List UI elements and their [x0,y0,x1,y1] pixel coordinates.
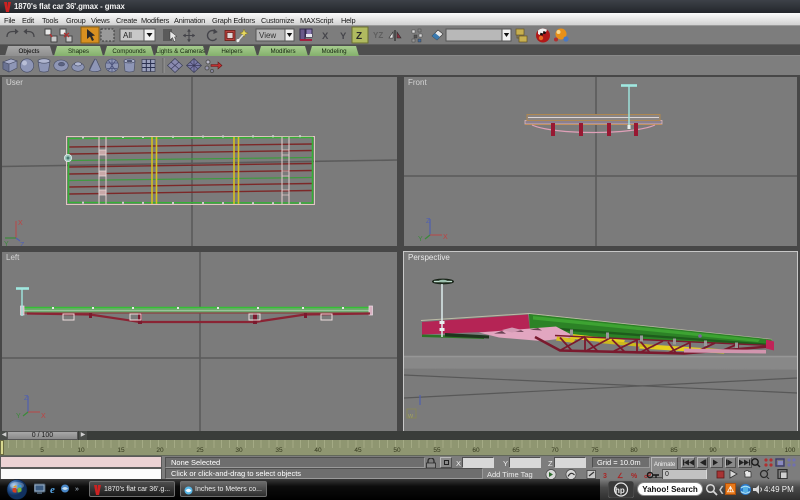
svg-text:View: View [259,31,276,40]
svg-text:X: X [41,413,46,420]
svg-text:Z: Z [24,395,29,402]
svg-text:X: X [322,31,329,42]
svg-text:YZ: YZ [373,31,383,40]
svg-text:Y: Y [4,241,9,246]
svg-text:w: w [407,413,414,420]
svg-text:X: X [18,220,23,227]
svg-text:All: All [123,31,132,40]
svg-text:hp: hp [615,486,625,495]
svg-text:Y: Y [418,236,423,243]
svg-text:Y: Y [340,31,347,42]
svg-text:Y: Y [16,413,21,420]
svg-text:Z: Z [356,31,362,42]
svg-text:Z: Z [426,218,431,225]
svg-text:e: e [50,484,55,496]
svg-text:Z: Z [20,242,25,246]
svg-text:X: X [443,234,448,241]
svg-text:»: » [75,486,79,493]
